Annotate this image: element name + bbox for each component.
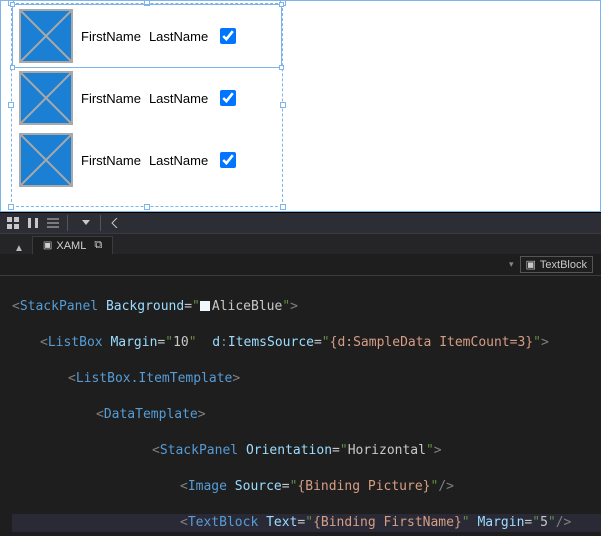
lastname-text: LastName	[149, 29, 208, 44]
expand-pane-icon[interactable]: ▲	[14, 243, 24, 254]
firstname-text: FirstName	[81, 29, 141, 44]
placeholder-image-icon	[19, 71, 73, 125]
snap-vertical-icon[interactable]	[24, 214, 42, 232]
tab-xaml[interactable]: ▣ XAML ⧉	[32, 236, 113, 254]
breadcrumb-chevron-icon[interactable]: ▾	[509, 259, 514, 270]
designer-surface[interactable]: FirstName LastName FirstName LastName Fi…	[0, 0, 601, 212]
resize-handle[interactable]	[280, 204, 286, 210]
pane-tabbar: ▲ ▣ XAML ⧉	[0, 234, 601, 254]
listbox-selection[interactable]: FirstName LastName FirstName LastName Fi…	[11, 3, 283, 207]
resize-handle[interactable]	[144, 204, 150, 210]
firstname-text: FirstName	[81, 153, 141, 168]
textblock-icon: ▣	[526, 258, 536, 271]
item-checkbox[interactable]	[216, 149, 239, 171]
resize-handle[interactable]	[8, 102, 14, 108]
lastname-text: LastName	[149, 91, 208, 106]
lastname-text: LastName	[149, 153, 208, 168]
listbox-item[interactable]: FirstName LastName	[13, 129, 281, 191]
placeholder-image-icon	[19, 9, 73, 63]
listbox-item[interactable]: FirstName LastName	[13, 5, 281, 67]
resize-handle[interactable]	[8, 204, 14, 210]
listbox-item[interactable]: FirstName LastName	[13, 67, 281, 129]
firstname-text: FirstName	[81, 91, 141, 106]
item-checkbox[interactable]	[216, 25, 239, 47]
tab-label: XAML	[56, 240, 86, 252]
resize-handle[interactable]	[280, 102, 286, 108]
designer-toolbar	[0, 212, 601, 234]
scroll-left-icon[interactable]	[106, 214, 124, 232]
item-checkbox[interactable]	[216, 87, 239, 109]
breadcrumb-bar: ▾ ▣ TextBlock	[0, 254, 601, 276]
xaml-tab-icon: ▣	[43, 240, 52, 251]
snap-lines-icon[interactable]	[44, 214, 62, 232]
breadcrumb-item[interactable]: ▣ TextBlock	[520, 256, 593, 273]
code-editor[interactable]: <StackPanel Background="AliceBlue"> <Lis…	[0, 276, 601, 536]
zoom-dropdown-icon[interactable]	[77, 214, 95, 232]
grid-icon[interactable]	[4, 214, 22, 232]
placeholder-image-icon	[19, 133, 73, 187]
breadcrumb-label: TextBlock	[540, 259, 587, 271]
popout-icon[interactable]: ⧉	[94, 239, 102, 252]
